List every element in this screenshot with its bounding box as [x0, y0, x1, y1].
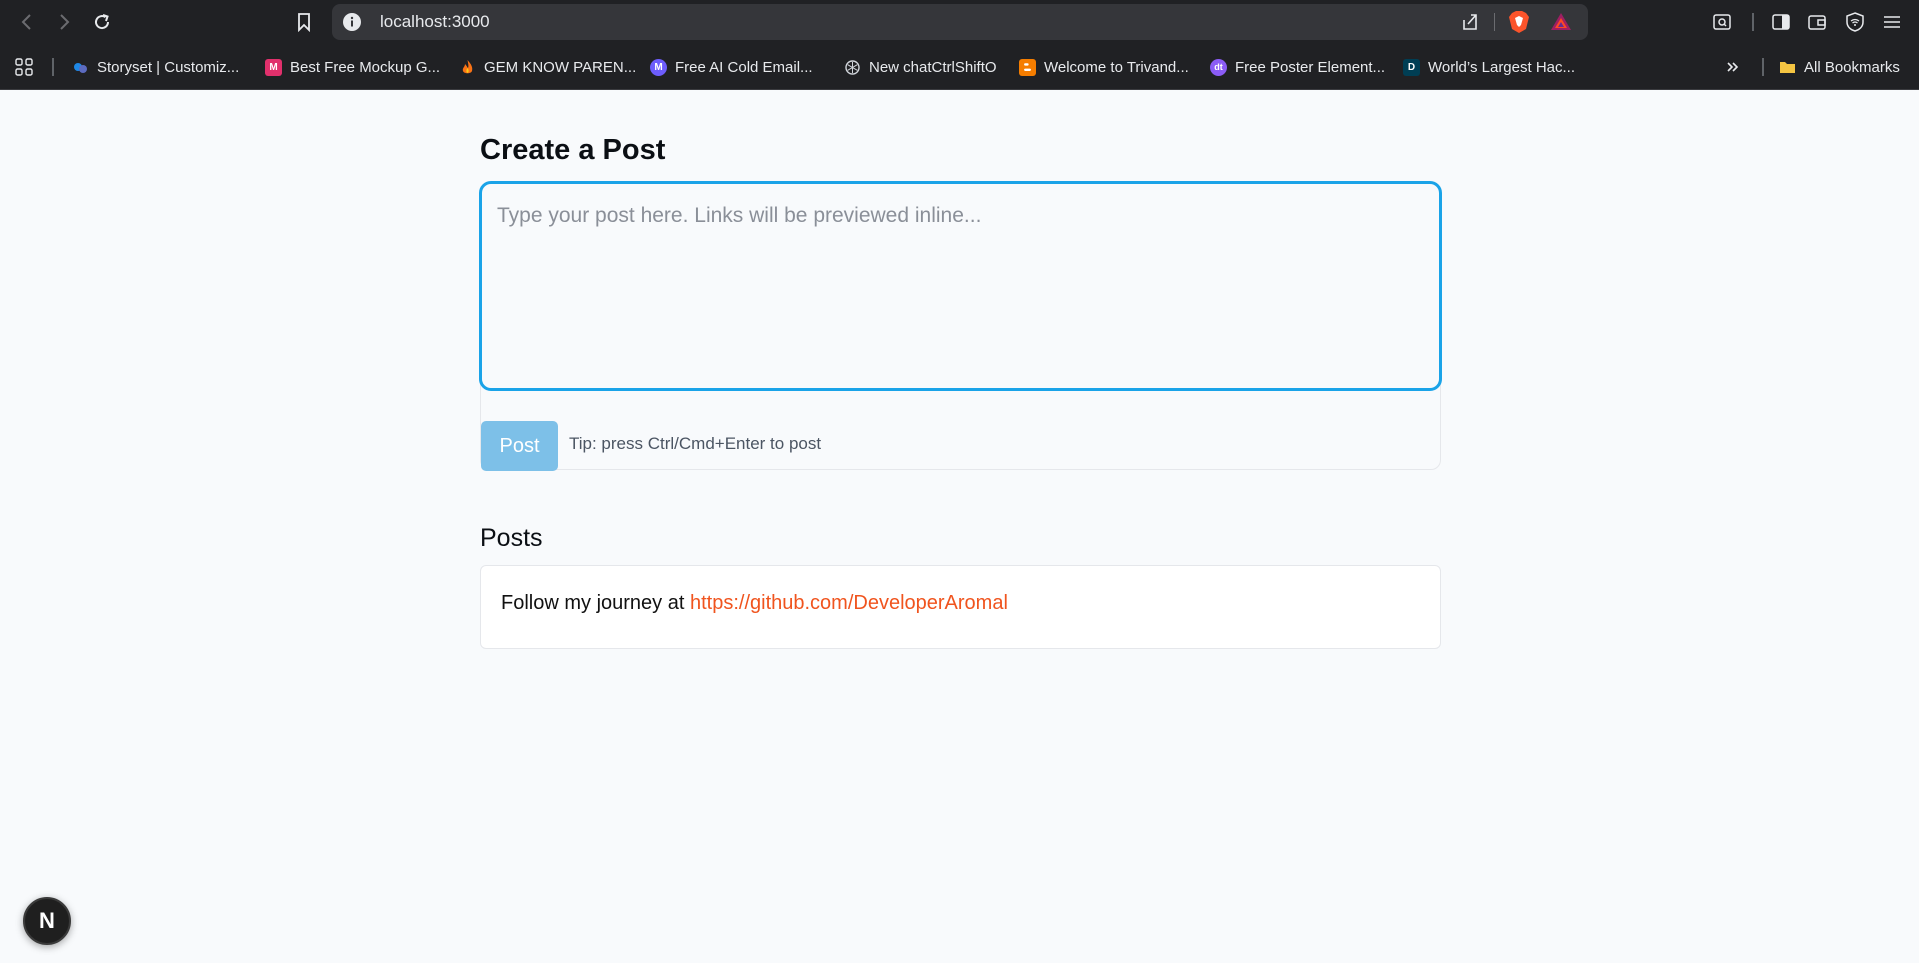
toolbar-divider — [1752, 13, 1754, 31]
blogger-icon — [1019, 58, 1036, 76]
all-bookmarks-label: All Bookmarks — [1804, 58, 1900, 76]
bookmark-poster[interactable]: dt Free Poster Element... — [1210, 54, 1385, 80]
bookmark-label: Best Free Mockup G... — [290, 58, 441, 76]
chevron-right-icon — [60, 14, 70, 30]
post-text: Follow my journey at https://github.com/… — [501, 592, 1008, 615]
shield-wifi-icon — [1846, 12, 1864, 32]
post-body: Follow my journey at — [501, 592, 690, 614]
bookmark-storyset[interactable]: Storyset | Customiz... — [72, 54, 239, 80]
reload-button[interactable] — [89, 9, 115, 35]
double-chevron-right-icon — [1727, 62, 1739, 72]
post-card: Follow my journey at https://github.com/… — [480, 565, 1441, 649]
posts-heading: Posts — [480, 524, 543, 552]
shortcut-tip: Tip: press Ctrl/Cmd+Enter to post — [569, 434, 822, 453]
wallet-button[interactable] — [1804, 9, 1830, 35]
post-button[interactable]: Post — [481, 421, 558, 471]
post-composer: Post Tip: press Ctrl/Cmd+Enter to post — [479, 181, 1442, 471]
browser-toolbar: localhost:3000 — [0, 0, 1919, 44]
vpn-button[interactable] — [1842, 9, 1868, 35]
divider — [1494, 13, 1495, 31]
bookmark-icon — [298, 13, 310, 32]
reload-icon — [95, 14, 110, 30]
bookmark-label: Welcome to Trivand... — [1044, 58, 1189, 76]
bookmark-label: Free Poster Element... — [1235, 58, 1386, 76]
apps-button[interactable] — [11, 54, 37, 80]
bookmark-label: Free AI Cold Email... — [675, 58, 813, 76]
bookmarks-divider — [1762, 58, 1764, 76]
bookmark-label: World’s Largest Hac... — [1428, 58, 1576, 76]
flame-icon — [459, 59, 476, 76]
bookmarks-divider — [52, 58, 54, 76]
wallet-icon — [1808, 15, 1826, 30]
url-text[interactable]: localhost:3000 — [380, 4, 490, 40]
bookmark-chatgpt[interactable]: New chatCtrlShiftO — [844, 54, 997, 80]
mockup-icon: M — [265, 58, 282, 76]
openai-icon — [844, 59, 861, 76]
bookmark-mockup[interactable]: M Best Free Mockup G... — [265, 54, 440, 80]
bookmark-label: GEM KNOW PAREN... — [484, 58, 637, 76]
nextjs-logo-icon: N — [39, 908, 55, 933]
brave-rewards-icon[interactable] — [1550, 11, 1572, 33]
grid-apps-icon — [15, 58, 33, 76]
bookmark-button[interactable] — [291, 9, 317, 35]
all-bookmarks[interactable]: All Bookmarks — [1779, 54, 1900, 80]
search-panel-icon — [1713, 14, 1731, 30]
bookmark-devpost[interactable]: D World’s Largest Hac... — [1403, 54, 1575, 80]
email-ai-icon: M — [650, 58, 667, 76]
bookmark-label: New chatCtrlShiftO — [869, 58, 997, 76]
bookmark-label: Storyset | Customiz... — [97, 58, 240, 76]
info-icon[interactable] — [342, 12, 362, 32]
poster-icon: dt — [1210, 58, 1227, 76]
brave-shields-icon[interactable] — [1508, 10, 1530, 34]
address-bar[interactable]: localhost:3000 — [332, 4, 1588, 40]
devpost-icon: D — [1403, 58, 1420, 76]
bookmarks-bar: Storyset | Customiz... M Best Free Mocku… — [0, 44, 1919, 90]
hamburger-menu-icon — [1884, 16, 1900, 28]
share-icon[interactable] — [1460, 12, 1480, 32]
post-link[interactable]: https://github.com/DeveloperAromal — [690, 592, 1008, 614]
leo-button[interactable] — [1709, 9, 1735, 35]
nextjs-dev-badge[interactable]: N — [23, 897, 71, 945]
menu-button[interactable] — [1879, 9, 1905, 35]
bookmark-gem-know[interactable]: GEM KNOW PAREN... — [459, 54, 636, 80]
post-textarea[interactable] — [479, 181, 1442, 391]
bookmark-cold-email[interactable]: M Free AI Cold Email... — [650, 54, 813, 80]
chevron-left-icon — [21, 14, 31, 30]
forward-button[interactable] — [51, 9, 77, 35]
sidebar-button[interactable] — [1768, 9, 1794, 35]
sidebar-icon — [1772, 14, 1790, 30]
bookmark-trivandrum[interactable]: Welcome to Trivand... — [1019, 54, 1189, 80]
page-title: Create a Post — [480, 134, 666, 166]
back-button[interactable] — [14, 9, 40, 35]
folder-icon — [1779, 59, 1796, 76]
more-bookmarks-button[interactable] — [1720, 54, 1746, 80]
storyset-icon — [72, 59, 89, 76]
